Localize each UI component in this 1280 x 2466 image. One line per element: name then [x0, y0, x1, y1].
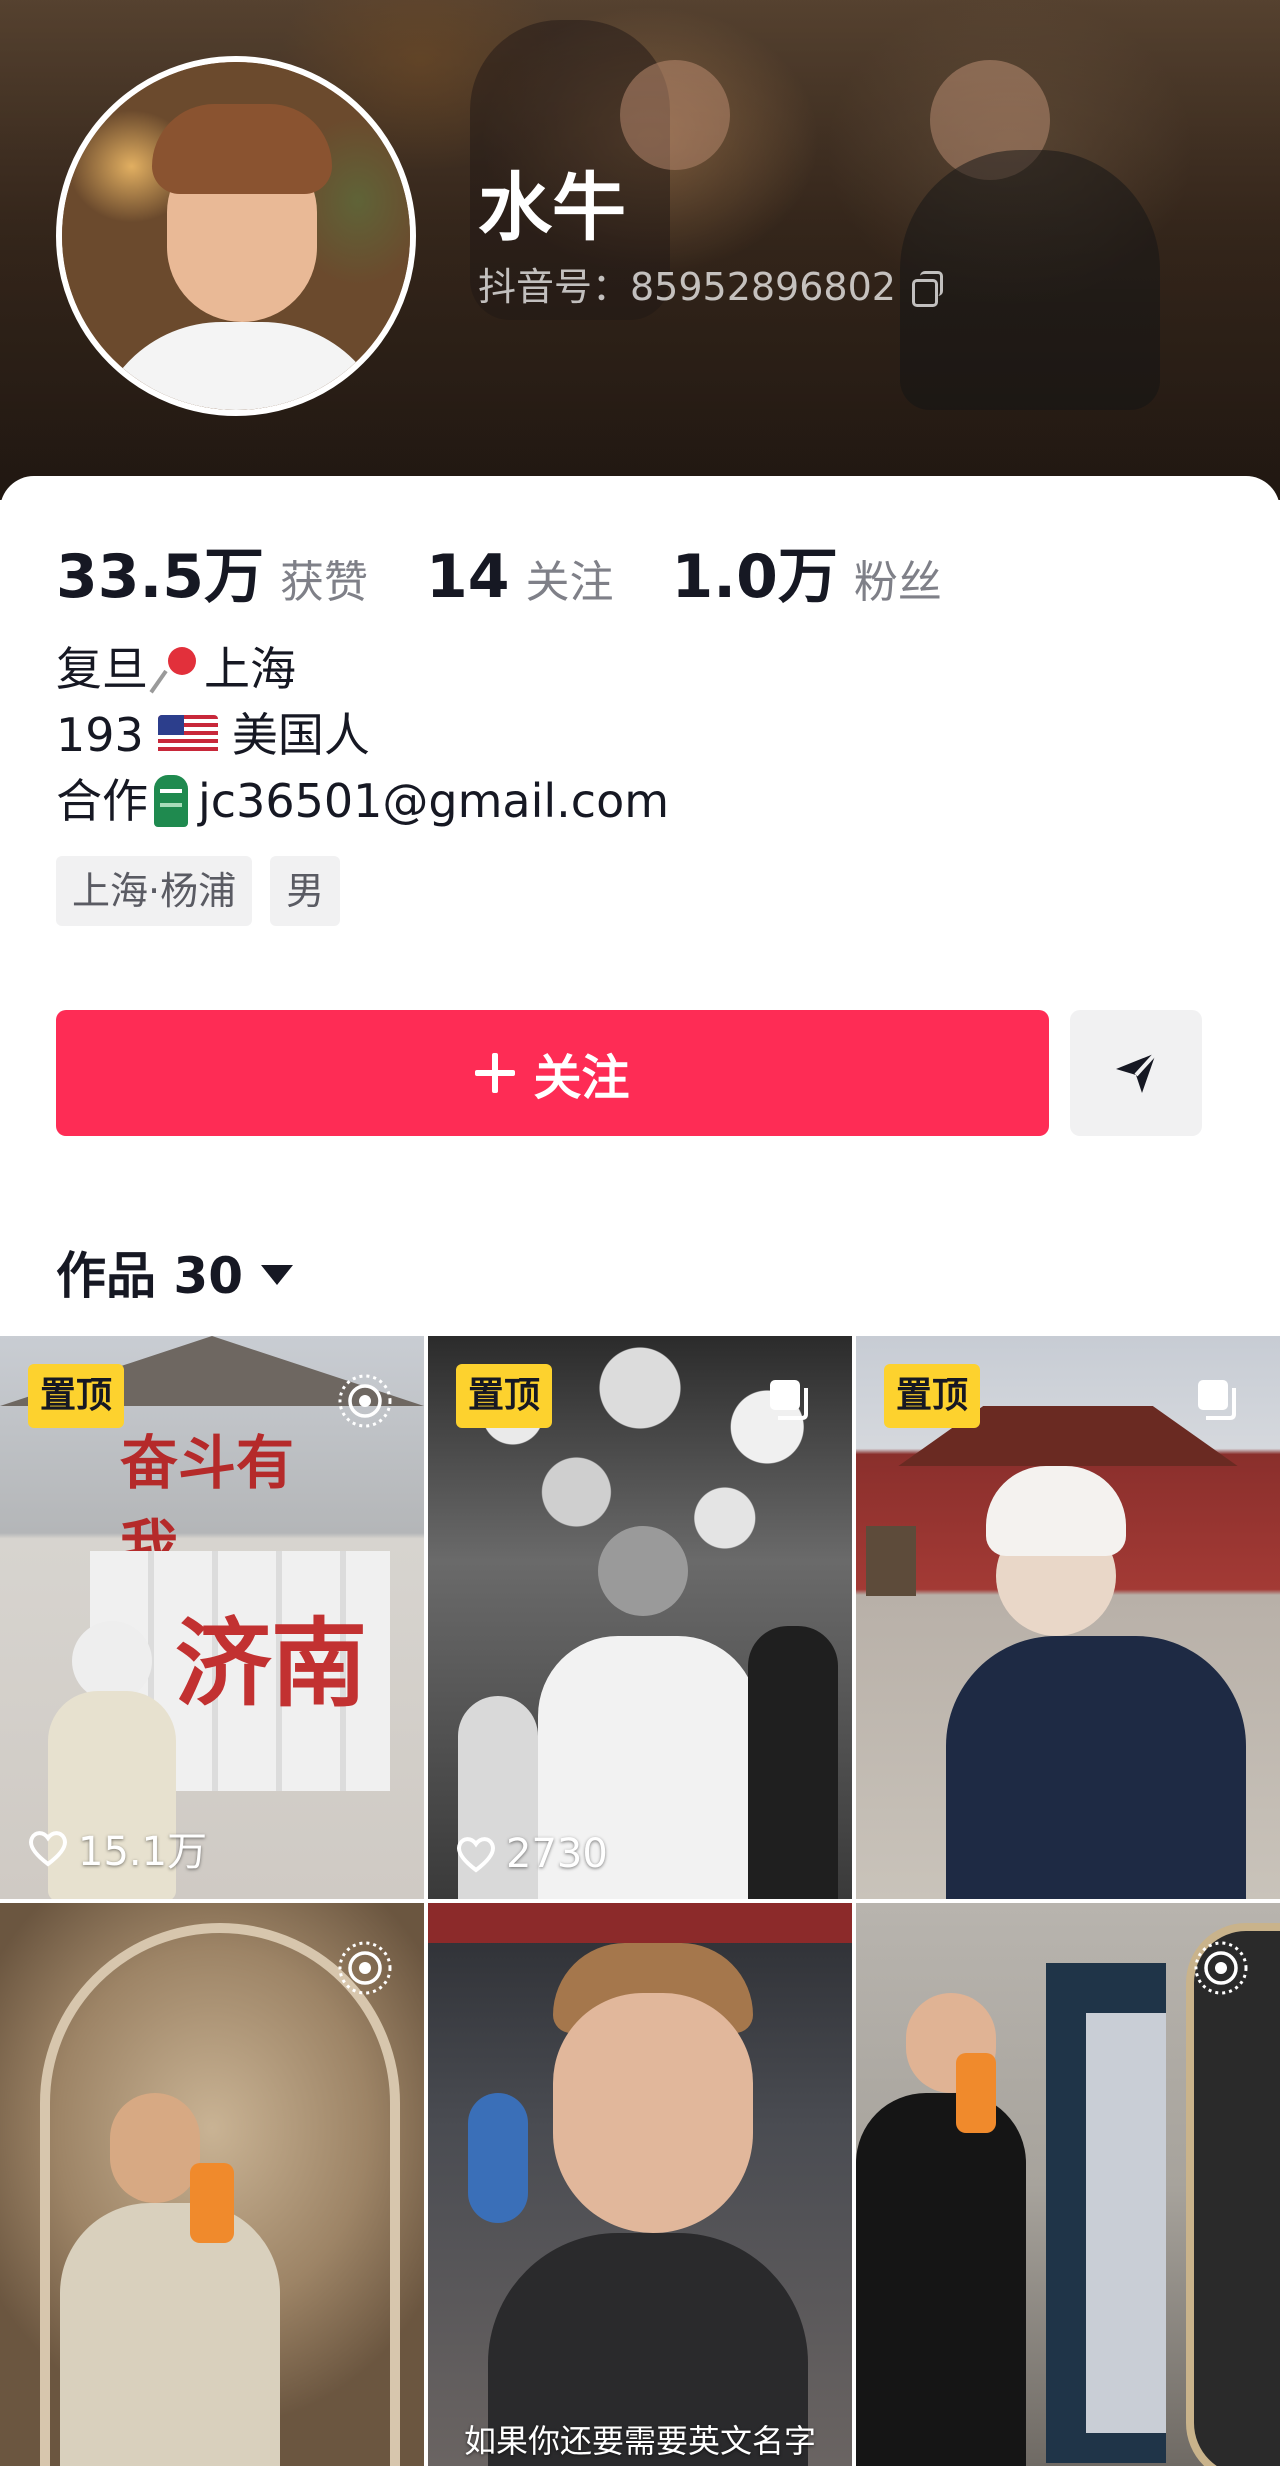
- live-photo-icon: [1194, 1941, 1248, 1995]
- stat-following-value: 14: [426, 542, 510, 612]
- stat-following-label: 关注: [525, 557, 614, 608]
- video-likes: 2730: [454, 1831, 608, 1877]
- works-count-label: 作品 30: [56, 1247, 243, 1305]
- live-photo-icon: [338, 1374, 392, 1428]
- pinned-badge: 置顶: [884, 1364, 981, 1428]
- heart-icon: [28, 1831, 68, 1867]
- video-likes-count: 15.1万: [78, 1829, 208, 1875]
- bio-line: 合作 jc36501@gmail.com: [56, 768, 669, 834]
- mailbox-icon: [154, 775, 188, 827]
- video-thumbnail[interactable]: [0, 1903, 424, 2466]
- video-likes: 15.1万: [26, 1819, 207, 1877]
- video-thumbnail[interactable]: [856, 1903, 1280, 2466]
- douyin-id[interactable]: 抖音号：85952896802: [478, 264, 944, 310]
- pinned-badge: 置顶: [28, 1364, 125, 1428]
- profile-card: 33.5万 获赞 14 关注 1.0万 粉丝 复旦 上海 193 美国人 合作 …: [0, 476, 1280, 2466]
- follow-button-label: 关注: [533, 1050, 630, 1106]
- plus-icon: [475, 1053, 516, 1093]
- banner-figure: [620, 60, 730, 170]
- video-caption: 如果你还要需要英文名字: [463, 2422, 816, 2460]
- profile-stats: 33.5万 获赞 14 关注 1.0万 粉丝: [56, 528, 1000, 615]
- send-icon: [1116, 1051, 1158, 1093]
- live-photo-icon: [338, 1941, 392, 1995]
- bio-nationality: 美国人: [231, 708, 370, 762]
- stat-likes-value: 33.5万: [56, 542, 265, 612]
- pushpin-icon: [152, 643, 200, 695]
- bio-line: 193 美国人: [56, 702, 669, 768]
- multi-photo-icon: [1198, 1380, 1236, 1420]
- follow-button[interactable]: 关注: [56, 1010, 1049, 1136]
- bio-line: 复旦 上海: [56, 636, 669, 702]
- profile-name: 水牛: [478, 165, 626, 251]
- pinned-badge: 置顶: [456, 1364, 553, 1428]
- video-thumbnail[interactable]: 置顶: [856, 1336, 1280, 1899]
- heart-icon: [456, 1837, 496, 1873]
- profile-tags: 上海·杨浦 男: [56, 856, 358, 926]
- stat-followers-label: 粉丝: [853, 557, 942, 608]
- tag-gender: 男: [270, 856, 341, 926]
- works-tab[interactable]: 作品 30: [56, 1236, 293, 1308]
- stat-followers-value: 1.0万: [671, 542, 838, 612]
- stat-followers[interactable]: 1.0万 粉丝: [672, 528, 942, 615]
- profile-bio: 复旦 上海 193 美国人 合作 jc36501@gmail.com: [56, 636, 669, 834]
- bio-height: 193: [56, 708, 144, 762]
- video-thumbnail[interactable]: 奋斗有我 济南 置顶 15.1万: [0, 1336, 424, 1899]
- stat-following[interactable]: 14 关注: [426, 542, 614, 612]
- banner-figure: [930, 60, 1050, 180]
- video-thumbnail[interactable]: 如果你还要需要英文名字: [428, 1903, 852, 2466]
- bio-school: 复旦: [56, 642, 148, 696]
- multi-photo-icon: [770, 1380, 808, 1420]
- video-likes-count: 2730: [506, 1831, 608, 1877]
- tag-location[interactable]: 上海·杨浦: [56, 856, 253, 926]
- bio-email: jc36501@gmail.com: [198, 774, 670, 828]
- bio-contact-label: 合作: [56, 774, 148, 828]
- douyin-id-text: 抖音号：85952896802: [478, 265, 896, 309]
- bio-city: 上海: [204, 642, 296, 696]
- us-flag-icon: [157, 715, 218, 755]
- copy-icon[interactable]: [908, 269, 944, 307]
- stat-likes-label: 获赞: [280, 557, 369, 608]
- stat-likes[interactable]: 33.5万 获赞: [56, 528, 368, 615]
- video-thumbnail[interactable]: 置顶 2730: [428, 1336, 852, 1899]
- avatar[interactable]: [56, 56, 416, 416]
- share-button[interactable]: [1070, 1010, 1202, 1136]
- caret-down-icon: [261, 1265, 293, 1285]
